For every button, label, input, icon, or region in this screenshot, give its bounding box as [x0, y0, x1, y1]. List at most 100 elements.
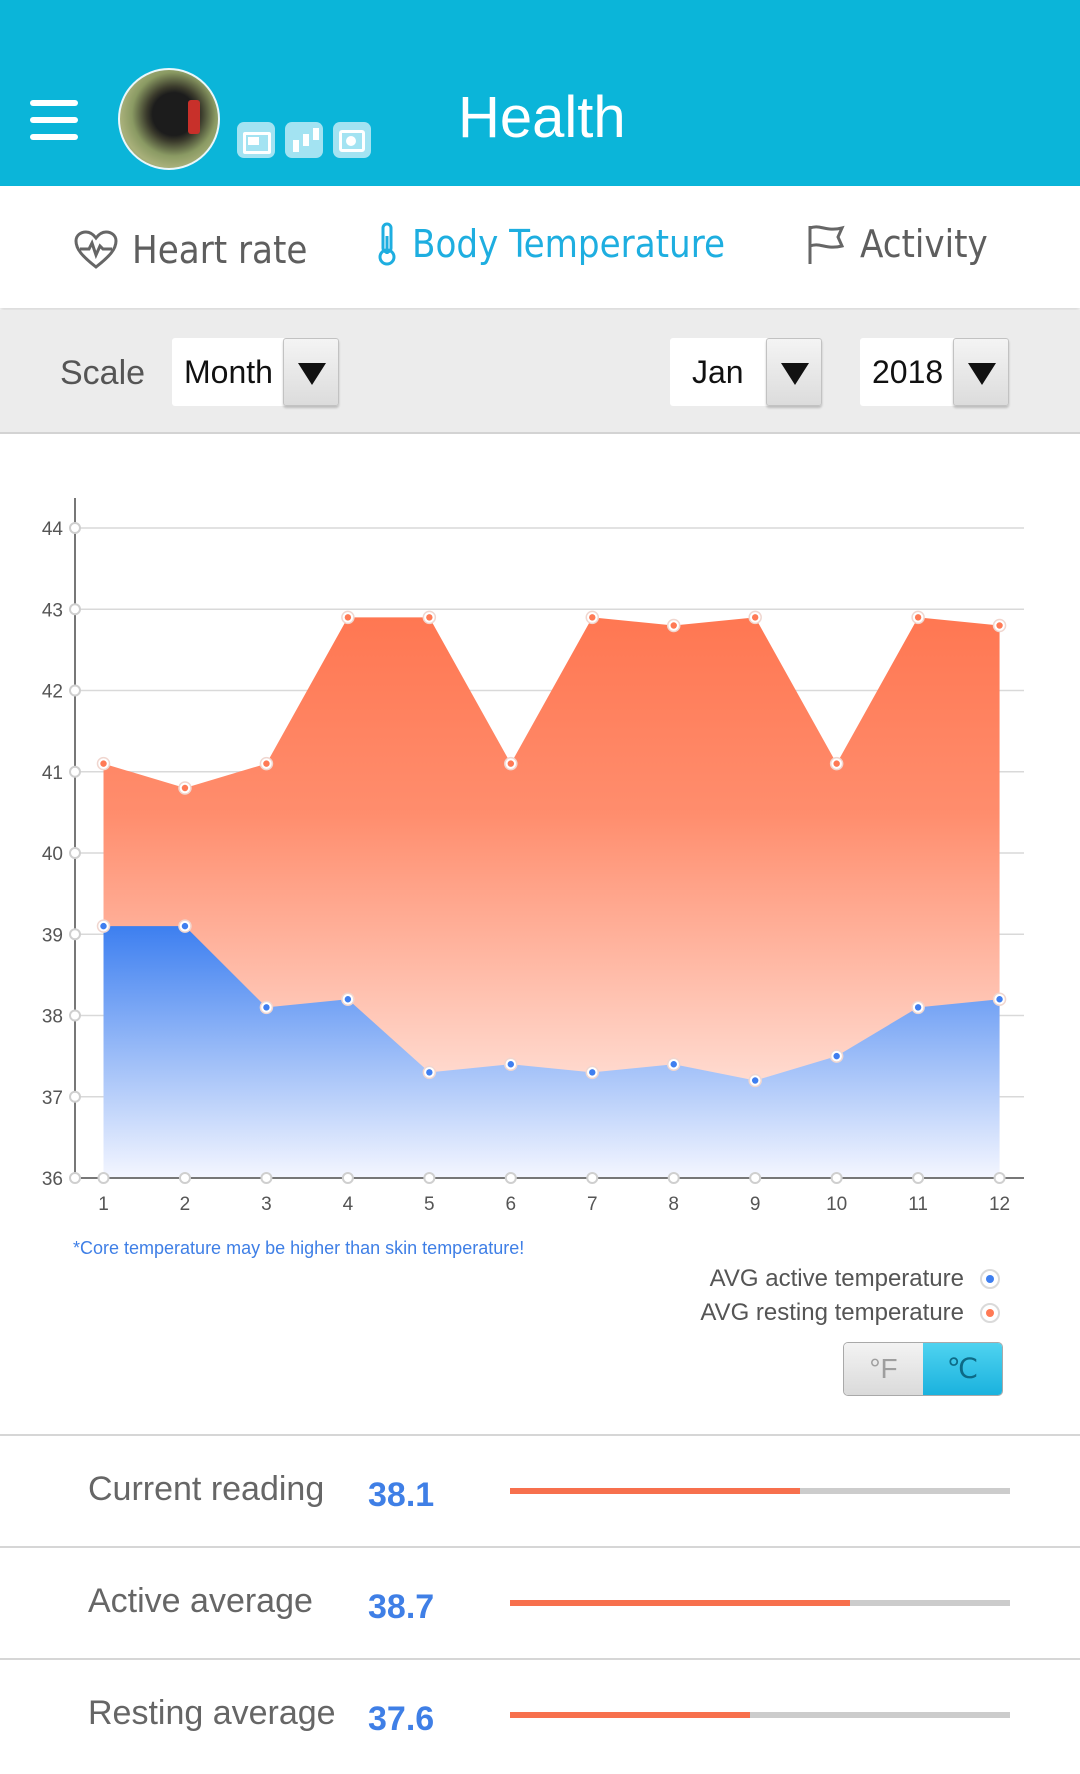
x-tick-marker — [912, 1172, 925, 1184]
x-tick-marker — [260, 1172, 273, 1184]
y-tick-label: 39 — [42, 925, 63, 946]
progress-fill — [510, 1488, 800, 1494]
y-tick-label: 37 — [42, 1088, 63, 1109]
y-tick-marker — [69, 928, 81, 941]
y-tick-label: 36 — [42, 1169, 63, 1190]
y-tick-marker — [69, 522, 81, 534]
resting-temperature-point-core — [507, 760, 515, 767]
resting-temperature-point-core — [589, 614, 596, 621]
legend-marker-icon — [980, 1303, 1000, 1323]
active-temperature-point-core — [751, 1077, 759, 1084]
pet-avatar[interactable] — [118, 68, 220, 170]
x-tick-label: 3 — [261, 1194, 272, 1215]
battery-icon[interactable] — [237, 122, 275, 158]
resting-temperature-point-core — [996, 622, 1003, 629]
active-temperature-point-core — [263, 1004, 270, 1011]
row-label: Active average — [88, 1582, 313, 1620]
x-tick-marker — [993, 1172, 1006, 1184]
x-tick-marker — [830, 1172, 843, 1184]
active-temperature-point-core — [181, 922, 189, 930]
row-value: 38.1 — [368, 1476, 435, 1514]
y-tick-marker — [69, 684, 81, 697]
menu-icon[interactable] — [30, 100, 78, 140]
y-tick-label: 40 — [42, 844, 63, 865]
row-value: 38.7 — [368, 1588, 435, 1626]
progress-track — [510, 1600, 1010, 1606]
y-tick-label: 38 — [42, 1007, 63, 1028]
x-tick-label: 12 — [989, 1194, 1010, 1215]
tab-heart-rate[interactable]: Heart rate — [74, 228, 307, 272]
fahrenheit-button[interactable]: °F — [844, 1343, 923, 1395]
x-tick-marker — [178, 1172, 191, 1184]
x-tick-marker — [504, 1172, 517, 1184]
resting-temperature-point-core — [426, 614, 433, 621]
x-tick-label: 1 — [98, 1194, 109, 1215]
resting-temperature-point-core — [914, 614, 922, 621]
x-tick-marker — [423, 1172, 436, 1184]
filter-bar: Scale Month Jan 2018 — [0, 310, 1080, 434]
resting-temperature-point-core — [100, 760, 107, 767]
active-temperature-point-core — [507, 1061, 515, 1068]
year-value: 2018 — [872, 354, 944, 390]
x-tick-marker — [667, 1172, 680, 1184]
heart-pulse-icon — [74, 230, 118, 269]
active-temperature-point-core — [914, 1004, 922, 1011]
year-select[interactable]: 2018 — [860, 338, 1010, 406]
tab-label: Activity — [860, 222, 988, 266]
row-label: Resting average — [88, 1694, 336, 1732]
x-tick-marker — [749, 1172, 762, 1184]
chevron-down-icon[interactable] — [765, 338, 822, 406]
tab-label: Body Temperature — [412, 222, 725, 266]
camera-icon[interactable] — [333, 122, 371, 158]
active-temperature-point-core — [996, 996, 1003, 1003]
app-header: Health — [0, 0, 1080, 186]
y-tick-marker — [69, 1090, 81, 1103]
active-average-row: Active average 38.7 — [0, 1546, 1080, 1658]
y-tick-marker — [69, 1172, 81, 1184]
month-select[interactable]: Jan — [670, 338, 822, 406]
x-tick-marker — [586, 1172, 599, 1184]
resting-temperature-point-core — [833, 760, 840, 767]
x-tick-label: 6 — [506, 1194, 517, 1215]
scale-value: Month — [184, 354, 273, 390]
active-temperature-point-core — [344, 996, 352, 1003]
unit-toggle: °F ℃ — [843, 1342, 1003, 1396]
y-tick-marker — [69, 847, 81, 859]
health-tabs: Heart rate Body Temperature Activity — [0, 186, 1080, 308]
chevron-down-icon[interactable] — [282, 338, 339, 406]
tab-activity[interactable]: Activity — [806, 222, 988, 266]
x-tick-marker — [341, 1172, 354, 1184]
chart-legend: AVG active temperature AVG resting tempe… — [700, 1262, 1000, 1330]
progress-track — [510, 1712, 1010, 1718]
thermometer-icon — [378, 222, 396, 266]
resting-temperature-point-core — [751, 614, 759, 621]
active-temperature-point-core — [589, 1069, 596, 1076]
row-value: 37.6 — [368, 1700, 435, 1738]
tab-body-temperature[interactable]: Body Temperature — [376, 222, 725, 266]
scale-select[interactable]: Month — [172, 338, 339, 406]
x-tick-label: 8 — [668, 1194, 679, 1215]
page-title: Health — [458, 85, 626, 150]
y-tick-label: 42 — [42, 682, 63, 703]
x-tick-label: 4 — [343, 1194, 354, 1215]
chevron-down-icon[interactable] — [953, 338, 1010, 406]
legend-label: AVG active temperature — [709, 1265, 964, 1292]
celsius-button[interactable]: ℃ — [923, 1343, 1002, 1395]
y-tick-marker — [69, 1009, 81, 1022]
chart-footnote: *Core temperature may be higher than ski… — [73, 1238, 525, 1258]
y-tick-label: 43 — [42, 600, 63, 621]
legend-marker-icon — [980, 1269, 1000, 1289]
x-tick-label: 9 — [750, 1194, 761, 1215]
y-tick-label: 41 — [42, 763, 63, 784]
x-tick-label: 11 — [908, 1194, 928, 1215]
legend-label: AVG resting temperature — [700, 1299, 964, 1326]
x-tick-label: 5 — [424, 1194, 435, 1215]
signal-bars-icon[interactable] — [285, 122, 323, 158]
resting-temperature-point-core — [344, 614, 352, 621]
active-temperature-point-core — [426, 1069, 433, 1076]
device-status-icons — [237, 122, 371, 158]
y-tick-marker — [69, 765, 81, 778]
x-tick-label: 7 — [587, 1194, 598, 1215]
month-value: Jan — [692, 354, 744, 390]
resting-temperature-point-core — [263, 760, 270, 767]
